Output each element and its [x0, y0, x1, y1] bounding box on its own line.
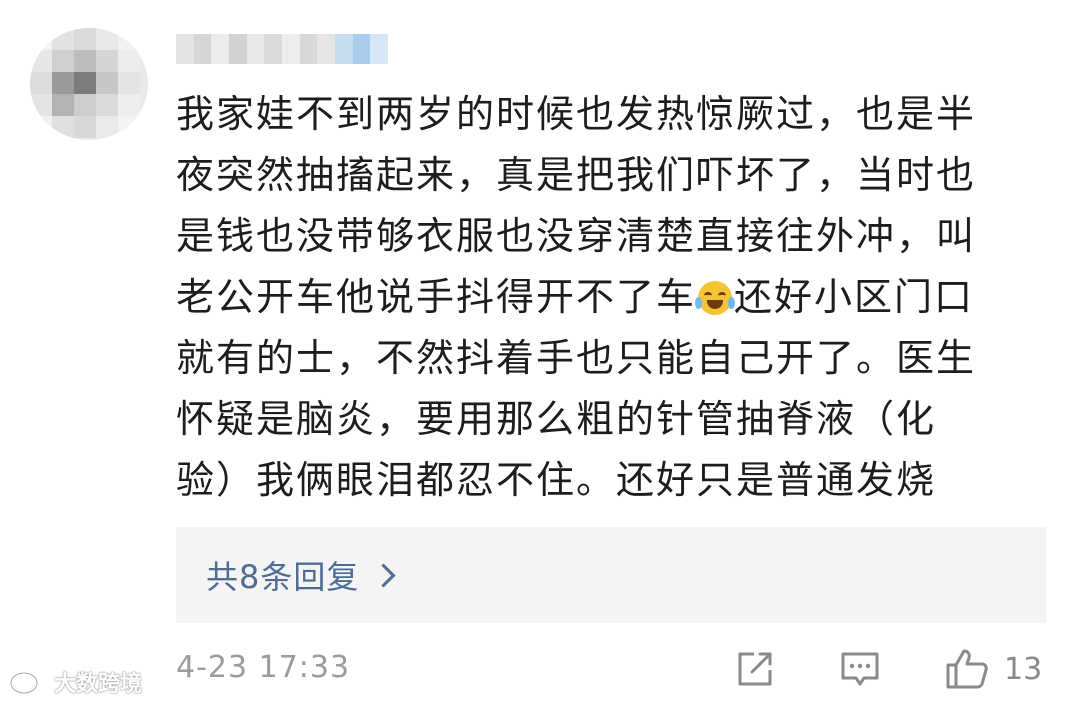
watermark: 大数跨境 [8, 666, 142, 698]
comment-line-part: 老公开车他说手抖得开不了车 [176, 275, 697, 319]
watermark-text: 大数跨境 [54, 672, 143, 697]
timestamp: 4-23 17:33 [176, 650, 351, 685]
avatar[interactable] [30, 28, 148, 140]
comment-line-part: 还好小区门口 [734, 275, 975, 319]
comment-line: 验）我俩眼泪都忍不住。还好只是普通发烧 [176, 458, 937, 502]
like-button[interactable]: 13 [944, 644, 1042, 694]
comment-line: 我家娃不到两岁的时候也发热惊厥过，也是半 [176, 92, 977, 136]
comment-line: 老公开车他说手抖得开不了车 还好小区门口 [176, 267, 1046, 328]
comment-icon [841, 652, 879, 686]
chevron-right-icon [371, 562, 396, 588]
view-replies-button[interactable]: 共8条回复 [176, 527, 1046, 623]
comment-line: 就有的士，不然抖着手也只能自己开了。医生 [176, 336, 977, 380]
username[interactable] [176, 34, 389, 64]
comment-line: 怀疑是脑炎，要用那么粗的针管抽脊液（化 [176, 397, 937, 441]
thumbs-up-icon [946, 649, 988, 689]
laugh-cry-emoji-icon [695, 281, 736, 315]
comment-card: 我家娃不到两岁的时候也发热惊厥过，也是半 夜突然抽搐起来，真是把我们吓坏了，当时… [0, 0, 1080, 702]
comment-line: 夜突然抽搐起来，真是把我们吓坏了，当时也 [176, 153, 977, 197]
replies-label: 共8条回复 [206, 558, 360, 596]
like-count: 13 [1004, 651, 1043, 687]
comment-line: 是钱也没带够衣服也没穿清楚直接往外冲，叫 [176, 214, 977, 258]
comment-button[interactable] [838, 644, 882, 694]
watermark-logo-icon [9, 669, 44, 695]
share-button[interactable] [734, 644, 776, 694]
comment-text: 我家娃不到两岁的时候也发热惊厥过，也是半 夜突然抽搐起来，真是把我们吓坏了，当时… [176, 84, 1046, 511]
share-icon [738, 652, 772, 686]
